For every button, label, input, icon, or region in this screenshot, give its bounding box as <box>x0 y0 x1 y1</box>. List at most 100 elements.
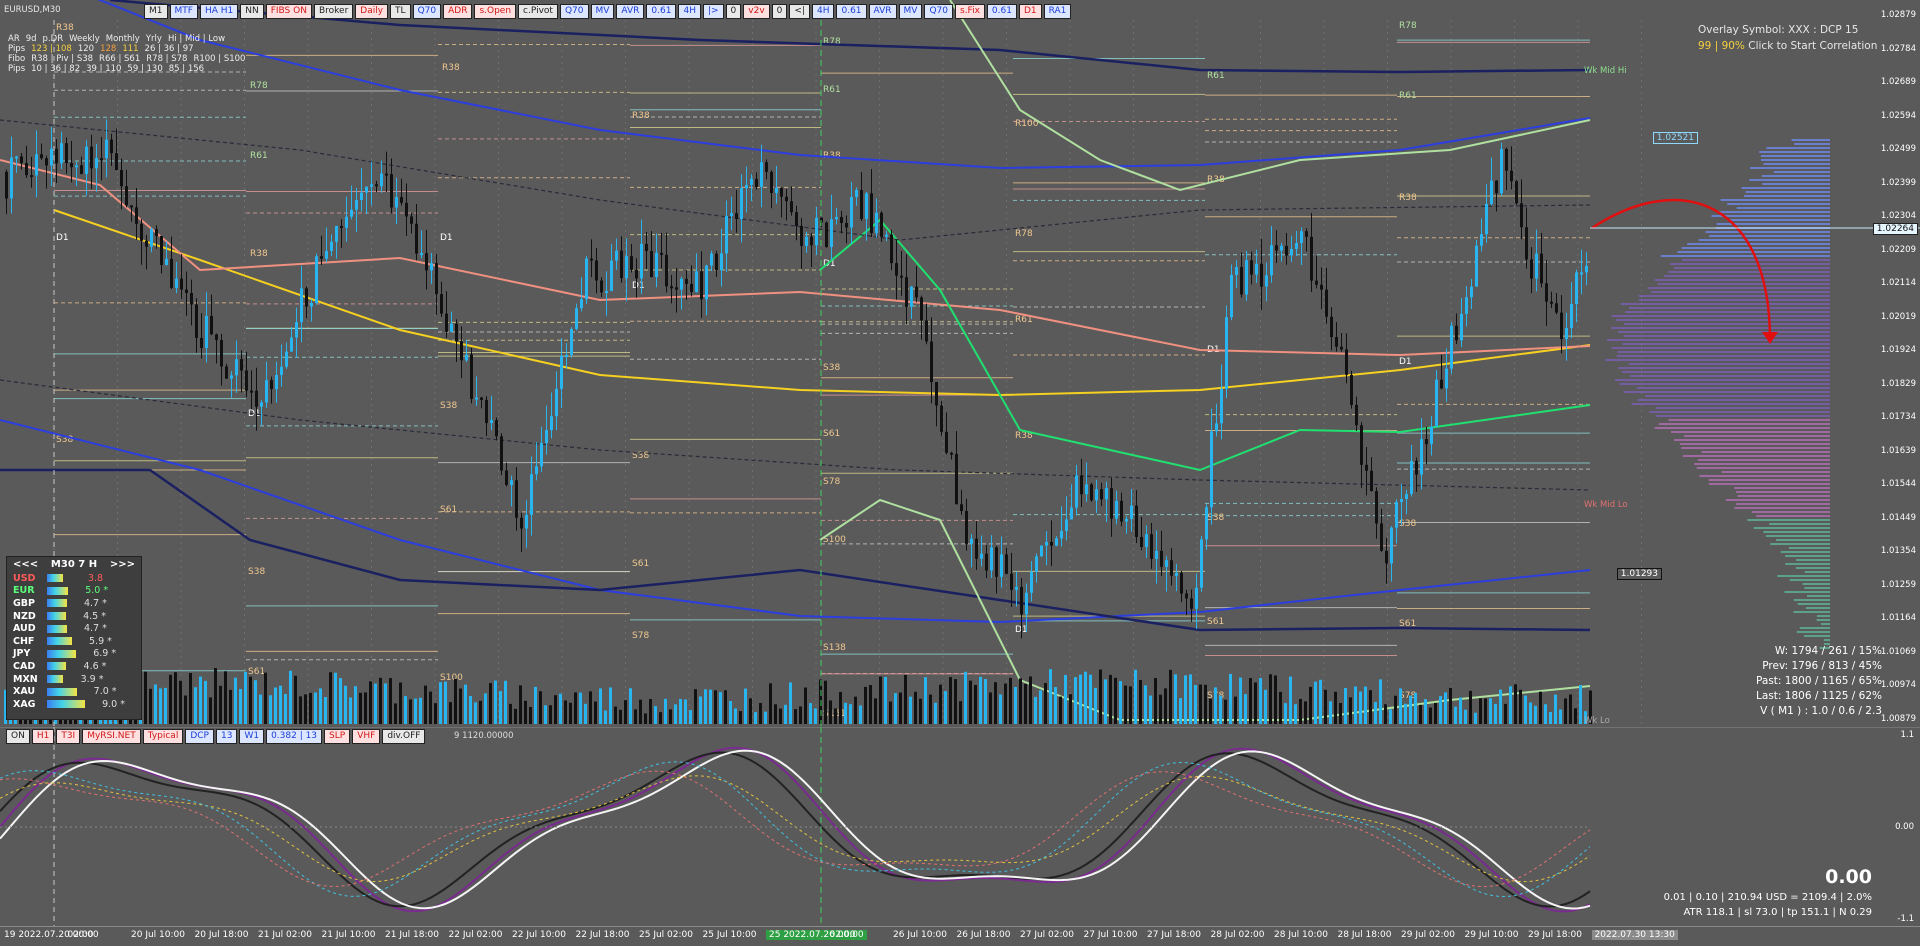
candle-body <box>135 207 138 224</box>
candle-body <box>425 253 428 271</box>
toolbar-button[interactable]: M1 <box>144 4 168 19</box>
toolbar-button[interactable]: MTF <box>169 4 198 19</box>
volume-bar <box>1034 696 1037 724</box>
toolbar-button[interactable]: 0.61 <box>646 4 677 19</box>
strength-prev-button[interactable]: <<< <box>13 559 38 570</box>
toolbar-button[interactable]: MV <box>898 4 923 19</box>
volume-bar <box>904 674 907 724</box>
volume-bar <box>719 692 722 724</box>
volume-bar <box>1489 698 1492 724</box>
volume-bar <box>1374 702 1377 724</box>
level-label: R38 <box>442 63 460 73</box>
toolbar-button[interactable]: NN <box>240 4 264 19</box>
oscillator-toolbar-button[interactable]: W1 <box>239 729 265 744</box>
toolbar-button[interactable]: s.Open <box>474 4 517 19</box>
strength-currency: USD <box>13 572 36 584</box>
toolbar-button[interactable]: Q70 <box>559 4 589 19</box>
toolbar-button[interactable]: TL <box>390 4 411 19</box>
start-correlation-link[interactable]: Click to Start Correlation <box>1748 40 1877 52</box>
price-chart[interactable]: R78 R61 R38 R38 R38 S38 S61 S38 S61 S100 S38 S61 S78… <box>0 0 1920 726</box>
candle-body <box>310 302 313 307</box>
toolbar-button[interactable]: <| <box>789 4 810 19</box>
volume-bar <box>1054 687 1057 724</box>
strength-bar <box>47 574 64 583</box>
volume-bar <box>1069 694 1072 724</box>
volume-bar <box>874 698 877 724</box>
volume-bar <box>149 688 152 724</box>
toolbar-button[interactable]: 4H <box>811 4 835 19</box>
toolbar-button[interactable]: 4H <box>678 4 701 19</box>
strength-next-button[interactable]: >>> <box>110 559 135 570</box>
candle-body <box>945 431 948 453</box>
toolbar-button[interactable]: Q70 <box>924 4 953 19</box>
toolbar-button[interactable]: s.Fix <box>955 4 985 19</box>
volume-bar <box>1469 690 1472 724</box>
level-label: S61 <box>823 429 840 439</box>
volume-bar <box>1404 703 1407 724</box>
strength-row: NZD 4.5 * <box>7 610 141 623</box>
toolbar-button[interactable]: AVR <box>616 4 645 19</box>
toolbar-button[interactable]: FIBS ON <box>265 4 312 19</box>
oscillator-toolbar-button[interactable]: MyRSI.NET <box>82 729 141 744</box>
toolbar-button[interactable]: Q70 <box>412 4 442 19</box>
oscillator-toolbar-button[interactable]: H1 <box>31 729 55 744</box>
toolbar-button[interactable]: HA H1 <box>199 4 239 19</box>
oscillator-chart[interactable] <box>0 727 1920 927</box>
toolbar-button[interactable]: ADR <box>443 4 473 19</box>
candle-body <box>440 294 443 314</box>
toolbar-button[interactable]: 0.61 <box>986 4 1017 19</box>
toolbar-button[interactable]: Daily <box>355 4 389 19</box>
toolbar-button[interactable]: c.Pivot <box>518 4 558 19</box>
volume-bar <box>1254 682 1257 724</box>
volume-bar <box>1439 696 1442 724</box>
volume-bar <box>669 709 672 724</box>
volume-bar <box>1389 709 1392 724</box>
volume-bar <box>814 708 817 724</box>
oscillator-toolbar-button[interactable]: 0.382 | 13 <box>266 729 323 744</box>
pip-info-cell: Hi | Mid | Low <box>167 34 226 44</box>
toolbar-button[interactable]: 0 <box>725 4 742 19</box>
candle-body <box>740 188 743 219</box>
volume-bar <box>1574 708 1577 724</box>
pip-info-cell: 111 <box>122 44 139 54</box>
level-label: S78 <box>823 477 840 487</box>
volume-bar <box>579 692 582 724</box>
volume-bar <box>1114 677 1117 724</box>
volume-bar <box>1084 671 1087 724</box>
strength-value: 4.7 * <box>83 597 107 609</box>
candle-body <box>365 186 368 193</box>
oscillator-toolbar-button[interactable]: 13 <box>215 729 238 744</box>
volume-bar <box>404 696 407 724</box>
volume-bar <box>144 671 147 724</box>
toolbar-button[interactable]: v2v <box>743 4 770 19</box>
candle-body <box>985 553 988 571</box>
toolbar-button[interactable]: D1 <box>1018 4 1042 19</box>
toolbar-button[interactable]: MV <box>590 4 615 19</box>
oscillator-toolbar-button[interactable]: T3I <box>56 729 81 744</box>
correlation-control[interactable]: 99 | 90% Click to Start Correlation <box>1698 40 1877 52</box>
toolbar-button[interactable]: |> <box>702 4 724 19</box>
price-tick: 1.01164 <box>1880 613 1916 623</box>
oscillator-toolbar-button[interactable]: DCP <box>185 729 214 744</box>
volume-bar <box>1474 712 1477 724</box>
oscillator-toolbar-button[interactable]: SLP <box>324 729 351 744</box>
pip-info-cell: R78 | S78 <box>146 54 188 64</box>
candle-body <box>780 187 783 197</box>
oscillator-toolbar-button[interactable]: ON <box>6 729 30 744</box>
candle-body <box>255 390 258 407</box>
toolbar-button[interactable]: Broker <box>313 4 354 19</box>
oscillator-toolbar-button[interactable]: div.OFF <box>382 729 426 744</box>
pip-info-panel: AR 9d p.DR Weekly Monthly Yrly Hi | Mid | Low … <box>8 34 245 74</box>
toolbar-button[interactable]: 0.61 <box>836 4 867 19</box>
volume-bar <box>639 699 642 724</box>
pip-info-cell: R100 | S100 <box>193 54 246 64</box>
volume-bar <box>609 687 612 724</box>
candle-body <box>750 178 753 185</box>
oscillator-toolbar-button[interactable]: Typical <box>142 729 184 744</box>
volume-bar <box>919 698 922 724</box>
oscillator-toolbar-button[interactable]: VHF <box>352 729 381 744</box>
toolbar-button[interactable]: 0 <box>771 4 788 19</box>
toolbar-button[interactable]: RA1 <box>1043 4 1072 19</box>
time-tick: 26 Jul 18:00 <box>956 930 1011 940</box>
toolbar-button[interactable]: AVR <box>868 4 897 19</box>
